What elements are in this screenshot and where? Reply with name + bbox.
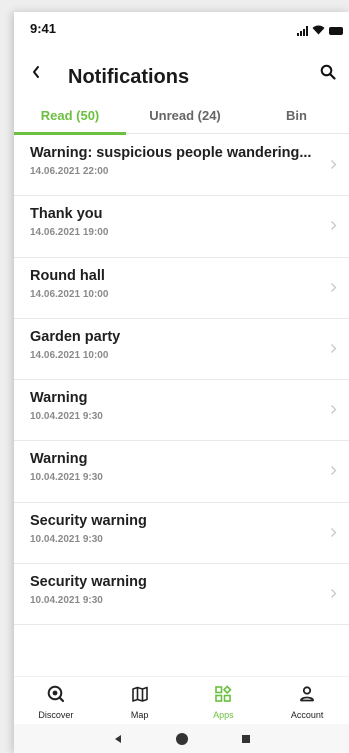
notification-title: Security warning [30, 512, 147, 529]
notification-item[interactable]: Security warning 10.04.2021 9:30 [14, 503, 349, 565]
tab-bin[interactable]: Bin [244, 96, 349, 134]
notification-title: Garden party [30, 328, 121, 345]
bottom-navigation: Discover Map Apps Account [14, 676, 349, 722]
nav-label: Account [290, 710, 324, 720]
tab-unread[interactable]: Unread (24) [126, 96, 244, 134]
nav-map[interactable]: Map [98, 677, 182, 722]
account-icon [298, 685, 316, 708]
chevron-right-icon [330, 157, 337, 175]
notification-date: 10.04.2021 9:30 [30, 472, 103, 484]
discover-icon [47, 685, 65, 708]
chevron-right-icon [330, 586, 337, 604]
page-title: Notifications [68, 66, 190, 88]
system-home-button[interactable] [175, 732, 189, 746]
chevron-right-icon [330, 463, 337, 481]
notification-item[interactable]: Thank you 14.06.2021 19:00 [14, 196, 349, 258]
circle-home-icon [175, 732, 188, 745]
notification-item[interactable]: Security warning 10.04.2021 9:30 [14, 564, 349, 626]
notification-title: Warning [30, 390, 88, 407]
back-button[interactable] [24, 60, 48, 88]
apps-icon [214, 685, 233, 708]
system-back-button[interactable] [113, 734, 123, 744]
tab-bar: Read (50) Unread (24) Bin [14, 96, 349, 135]
phone-screen: 9:41 Notifications Read (50) Unread (24)… [14, 12, 349, 753]
chevron-right-icon [330, 341, 337, 359]
notification-title: Security warning [30, 574, 147, 591]
system-navigation-bar [14, 724, 349, 753]
status-bar: 9:41 [14, 12, 349, 48]
chevron-right-icon [330, 402, 337, 420]
map-icon [131, 685, 149, 708]
notification-item[interactable]: Warning 10.04.2021 9:30 [14, 380, 349, 442]
chevron-right-icon [330, 280, 337, 298]
notification-item[interactable]: Warning 10.04.2021 9:30 [14, 441, 349, 503]
status-time: 9:41 [30, 21, 57, 36]
nav-label: Map [130, 710, 149, 720]
notification-item[interactable]: Round hall 14.06.2021 10:00 [14, 258, 349, 319]
nav-account[interactable]: Account [265, 677, 349, 722]
square-recents-icon [241, 734, 250, 743]
notification-date: 14.06.2021 19:00 [30, 227, 109, 239]
battery-icon [329, 27, 343, 35]
chevron-left-icon [31, 65, 41, 84]
wifi-icon [312, 22, 325, 40]
notification-date: 14.06.2021 22:00 [30, 166, 109, 177]
nav-label: Discover [38, 710, 74, 720]
notification-date: 14.06.2021 10:00 [30, 349, 109, 361]
notification-title: Round hall [30, 267, 105, 284]
system-recents-button[interactable] [241, 734, 251, 744]
notification-item[interactable]: Garden party 14.06.2021 10:00 [14, 319, 349, 381]
search-icon [320, 64, 336, 85]
notification-list: Warning: suspicious people wandering... … [14, 135, 349, 626]
chevron-right-icon [330, 218, 337, 236]
chevron-right-icon [330, 525, 337, 543]
tab-read[interactable]: Read (50) [14, 96, 126, 135]
notification-item[interactable]: Warning: suspicious people wandering... … [14, 135, 349, 197]
notification-title: Warning [30, 451, 88, 468]
search-button[interactable] [315, 60, 341, 88]
notification-date: 10.04.2021 9:30 [30, 533, 103, 545]
notification-title: Warning: suspicious people wandering... [30, 145, 312, 161]
nav-discover[interactable]: Discover [14, 677, 98, 722]
header: Notifications [14, 56, 349, 92]
notification-title: Thank you [30, 206, 103, 223]
nav-label: Apps [213, 710, 234, 720]
status-icons [297, 22, 343, 40]
triangle-back-icon [114, 734, 121, 743]
nav-apps[interactable]: Apps [182, 677, 266, 722]
notification-date: 10.04.2021 9:30 [30, 411, 103, 423]
signal-icon [297, 26, 308, 36]
notification-date: 10.04.2021 9:30 [30, 595, 103, 607]
notification-date: 14.06.2021 10:00 [30, 288, 109, 300]
